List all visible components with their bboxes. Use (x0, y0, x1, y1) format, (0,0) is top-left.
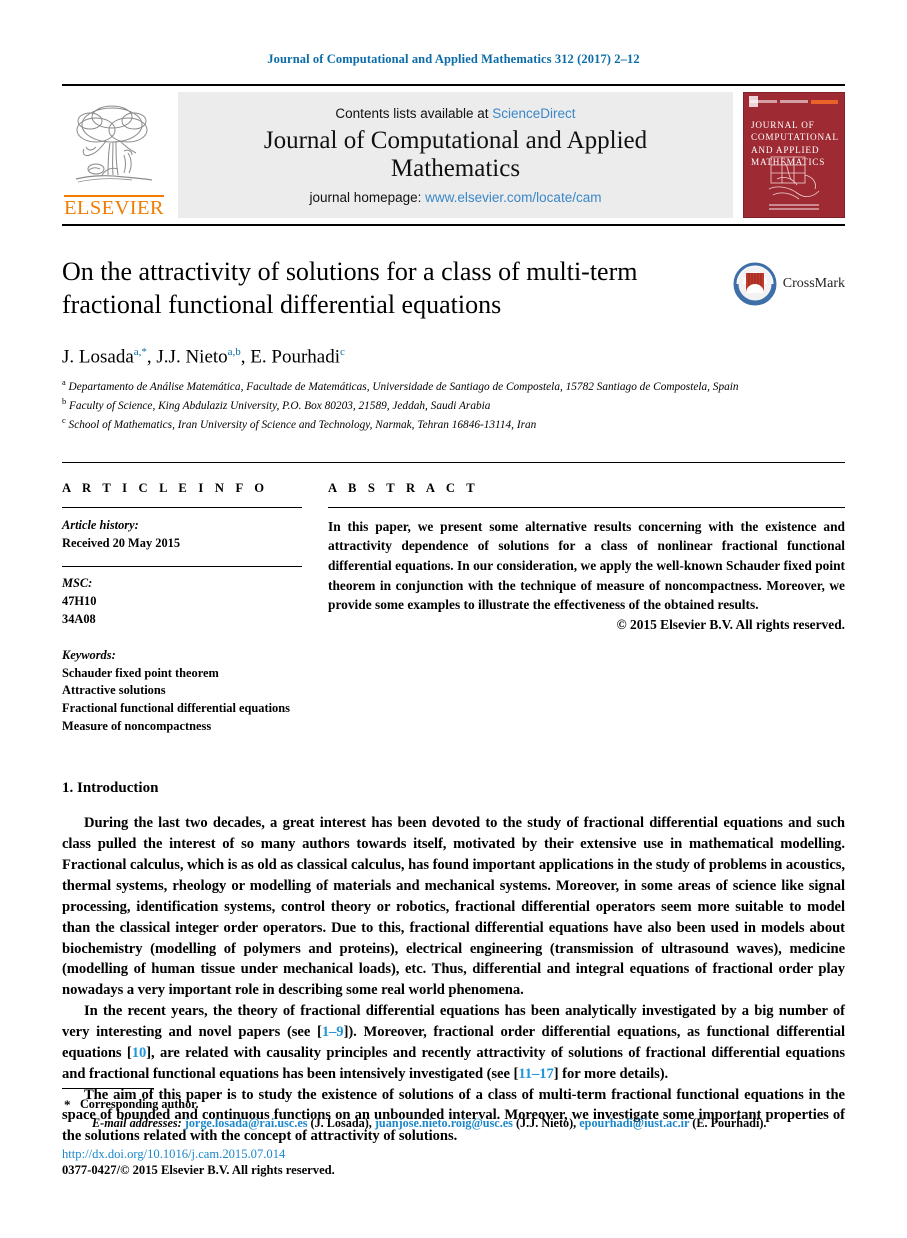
journal-title: Journal of Computational and Applied Mat… (263, 126, 648, 183)
email-owner: (J. Losada) (310, 1115, 369, 1130)
divider (328, 506, 845, 508)
affiliation-item: b Faculty of Science, King Abdulaziz Uni… (62, 396, 762, 415)
journal-masthead: ELSEVIER Contents lists available at Sci… (62, 84, 845, 226)
footnote-divider (62, 1088, 154, 1090)
page-footer: * Corresponding author. E-mail addresses… (62, 1088, 845, 1178)
crossmark-icon (733, 262, 777, 306)
divider (62, 506, 302, 508)
email-owner: (J.J. Nieto) (515, 1115, 574, 1130)
contents-available-line: Contents lists available at ScienceDirec… (335, 106, 575, 121)
affiliation-item: a Departamento de Análise Matemática, Fa… (62, 377, 762, 396)
corresponding-author-text: Corresponding author. (80, 1097, 199, 1112)
section-title-introduction: 1. Introduction (62, 780, 159, 797)
paragraph-with-citations: In the recent years, the theory of fract… (62, 1001, 845, 1084)
journal-homepage-link[interactable]: www.elsevier.com/locate/cam (425, 190, 601, 205)
keyword-item: Attractive solutions (62, 683, 166, 698)
author-marks: c (340, 345, 345, 358)
citation-link[interactable]: 10 (132, 1045, 147, 1061)
email-owner: (E. Pourhadi) (692, 1115, 764, 1130)
homepage-prefix: journal homepage: (309, 189, 422, 205)
citation-link[interactable]: 1–9 (322, 1024, 344, 1040)
running-head: Journal of Computational and Applied Mat… (267, 52, 640, 66)
article-history-received: Received 20 May 2015 (62, 535, 181, 550)
abstract-text: In this paper, we present some alternati… (328, 518, 845, 613)
journal-homepage-line: journal homepage: www.elsevier.com/locat… (310, 190, 602, 205)
email-link[interactable]: juanjose.nieto.roig@usc.es (375, 1116, 513, 1130)
cover-top-rules (750, 98, 838, 105)
paragraph-text: ], are related with causality principles… (62, 1044, 845, 1082)
article-info-heading: A R T I C L E I N F O (62, 480, 269, 495)
keywords-block: Keywords: Schauder fixed point theorem A… (62, 647, 302, 737)
article-history-label: Article history: (62, 517, 139, 532)
keyword-item: Measure of noncompactness (62, 719, 212, 734)
abstract-column: A B S T R A C T In this paper, we presen… (328, 481, 845, 737)
abstract-copyright: © 2015 Elsevier B.V. All rights reserved… (616, 617, 845, 633)
affiliation-mark: a (62, 377, 66, 387)
author-marks: a,b (227, 345, 241, 358)
paper-page: Journal of Computational and Applied Mat… (0, 0, 907, 1238)
page-title: On the attractivity of solutions for a c… (62, 257, 638, 319)
msc-code: 34A08 (62, 611, 96, 626)
author-marks: a,* (133, 345, 147, 358)
title-block: On the attractivity of solutions for a c… (62, 256, 845, 322)
affiliation-text: School of Mathematics, Iran University o… (68, 418, 537, 431)
author-list: J. Losadaa,*, J.J. Nietoa,b, E. Pourhadi… (62, 345, 345, 367)
email-link[interactable]: epourhadi@iust.ac.ir (579, 1116, 689, 1130)
info-abstract-row: A R T I C L E I N F O Article history: R… (62, 461, 845, 737)
author-name: J.J. Nieto (156, 345, 228, 367)
asterisk-icon: * (64, 1097, 71, 1113)
paragraph-text: ] for more details). (553, 1065, 669, 1082)
msc-label: MSC: (62, 575, 93, 590)
elsevier-wordmark: ELSEVIER (64, 194, 164, 219)
affiliation-text: Departamento de Análise Matemática, Facu… (68, 380, 739, 393)
email-label: E-mail addresses: (92, 1115, 182, 1130)
cover-footer-rules (758, 204, 830, 210)
email-addresses-note: E-mail addresses: jorge.losada@rai.usc.e… (92, 1115, 767, 1130)
abstract-heading: A B S T R A C T (328, 480, 479, 495)
crossmark-label: CrossMark (782, 276, 845, 291)
article-info-column: A R T I C L E I N F O Article history: R… (62, 481, 302, 737)
author-name: J. Losada (62, 345, 134, 367)
sciencedirect-link[interactable]: ScienceDirect (492, 106, 575, 121)
corresponding-author-note: * Corresponding author. (62, 1095, 845, 1113)
journal-cover-thumbnail: JOURNAL OF COMPUTATIONAL AND APPLIED MAT… (743, 92, 845, 218)
elsevier-tree-icon (75, 105, 153, 182)
doi-block: http://dx.doi.org/10.1016/j.cam.2015.07.… (62, 1147, 845, 1178)
author-name: E. Pourhadi (250, 345, 341, 367)
citation-link[interactable]: 11–17 (518, 1066, 553, 1082)
doi-link[interactable]: http://dx.doi.org/10.1016/j.cam.2015.07.… (62, 1147, 845, 1162)
affiliation-item: c School of Mathematics, Iran University… (62, 415, 762, 434)
paragraph: During the last two decades, a great int… (62, 815, 845, 999)
affiliation-text: Faculty of Science, King Abdulaziz Unive… (69, 399, 491, 412)
msc-code: 47H10 (62, 593, 97, 608)
journal-banner: Contents lists available at ScienceDirec… (178, 92, 733, 218)
affiliation-mark: c (62, 415, 66, 425)
keyword-item: Fractional functional differential equat… (62, 701, 290, 716)
issn-copyright-line: 0377-0427/© 2015 Elsevier B.V. All right… (62, 1163, 335, 1177)
affiliation-list: a Departamento de Análise Matemática, Fa… (62, 377, 845, 434)
email-link[interactable]: jorge.losada@rai.usc.es (185, 1116, 308, 1130)
divider (62, 565, 302, 567)
elsevier-logo: ELSEVIER (62, 92, 166, 218)
crossmark-badge[interactable]: CrossMark (733, 256, 845, 306)
keyword-item: Schauder fixed point theorem (62, 665, 219, 680)
contents-prefix: Contents lists available at (335, 105, 489, 121)
affiliation-mark: b (62, 396, 67, 406)
keywords-label: Keywords: (62, 647, 116, 662)
